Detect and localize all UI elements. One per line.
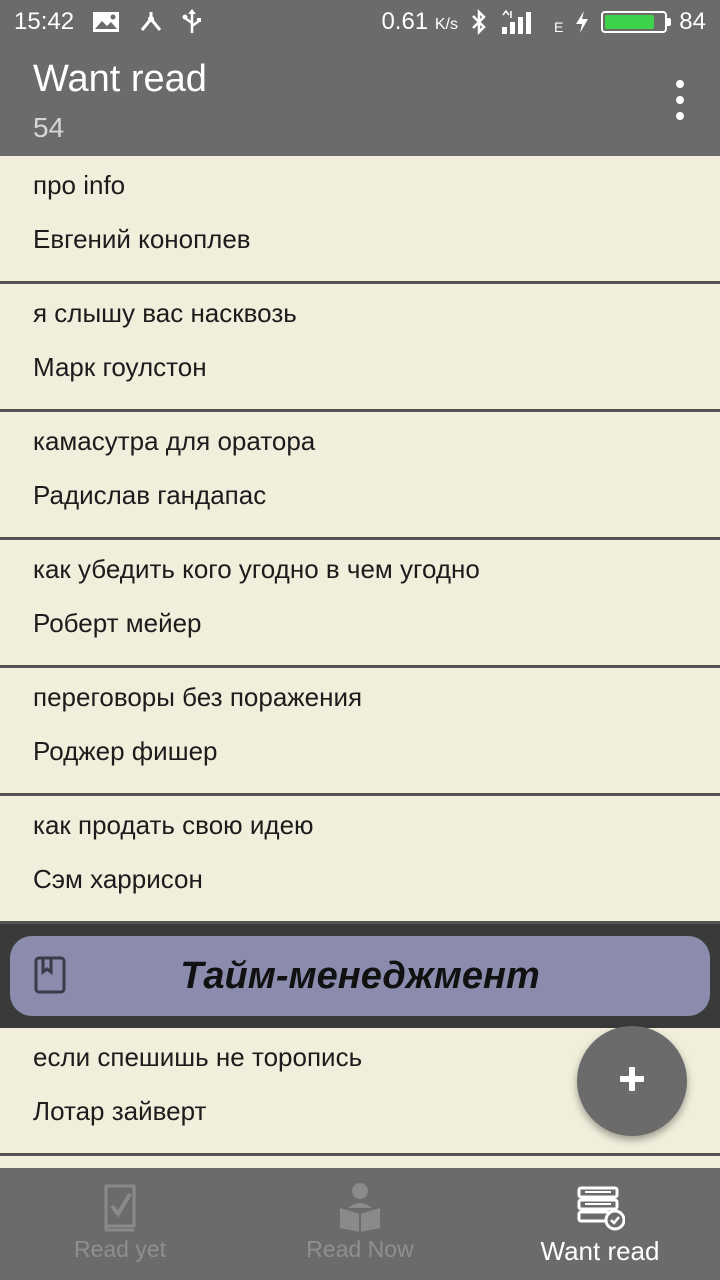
network-type: E: [553, 19, 564, 35]
battery-percent: 84: [679, 8, 706, 35]
book-title: про info: [33, 170, 126, 200]
bluetooth-icon: [470, 9, 488, 35]
nav-label: Read Now: [306, 1236, 414, 1262]
signal-icon: [500, 9, 542, 35]
book-title: переговоры без поражения: [33, 682, 363, 712]
app-bar: Want read 54: [0, 44, 720, 156]
nav-label: Read yet: [73, 1236, 167, 1262]
add-icon: [618, 1065, 646, 1098]
category-label: Тайм-менеджмент: [180, 954, 540, 997]
book-count: 54: [33, 112, 65, 143]
nav-label: Want read: [540, 1236, 660, 1266]
book-author: Роджер фишер: [33, 736, 218, 766]
status-time: 15:42: [14, 8, 75, 35]
book-item[interactable]: камасутра для оратора Радислав гандапас: [0, 412, 720, 540]
book-item-partial[interactable]: [0, 1156, 720, 1168]
bottom-navigation: Read yet Read Now Want read: [0, 1168, 720, 1280]
image-icon: [92, 11, 120, 33]
book-author: Марк гоулстон: [33, 352, 207, 382]
book-title: камасутра для оратора: [33, 426, 316, 456]
status-bar: 15:42 0.61 K/s E 84: [0, 0, 720, 44]
page-title: Want read: [33, 58, 207, 100]
charging-icon: [575, 11, 589, 33]
book-title: как продать свою идею: [33, 810, 314, 840]
more-vert-icon: [676, 80, 684, 88]
bookmark-book-icon: [34, 956, 66, 999]
nav-want-read[interactable]: Want read: [480, 1168, 720, 1280]
checked-book-icon: [100, 1182, 140, 1232]
book-list[interactable]: про info Евгений коноплев я слышу вас на…: [0, 156, 720, 1168]
battery-icon: [601, 11, 672, 33]
usb-icon: [182, 9, 202, 35]
nav-read-now[interactable]: Read Now: [240, 1168, 480, 1280]
book-author: Сэм харрисон: [33, 864, 203, 894]
category-button[interactable]: Тайм-менеджмент: [10, 936, 710, 1016]
add-book-button[interactable]: [577, 1026, 687, 1136]
book-author: Евгений коноплев: [33, 224, 251, 254]
category-header: Тайм-менеджмент: [0, 924, 720, 1028]
net-speed: 0.61 K/s: [381, 8, 458, 35]
reading-person-icon: [338, 1182, 382, 1232]
book-item[interactable]: как убедить кого угодно в чем угодно Роб…: [0, 540, 720, 668]
book-item[interactable]: про info Евгений коноплев: [0, 156, 720, 284]
net-unit: K/s: [434, 16, 458, 33]
book-author: Роберт мейер: [33, 608, 202, 638]
book-title: если спешишь не торопись: [33, 1042, 363, 1072]
book-title: как убедить кого угодно в чем угодно: [33, 554, 480, 584]
book-stack-clock-icon: [575, 1182, 625, 1232]
book-author: Лотар зайверт: [33, 1096, 207, 1126]
book-item[interactable]: переговоры без поражения Роджер фишер: [0, 668, 720, 796]
book-item[interactable]: я слышу вас насквозь Марк гоулстон: [0, 284, 720, 412]
nav-read-yet[interactable]: Read yet: [0, 1168, 240, 1280]
book-author: Радислав гандапас: [33, 480, 267, 510]
overflow-menu-button[interactable]: [670, 80, 690, 120]
share-icon: [138, 10, 164, 34]
book-title: я слышу вас насквозь: [33, 298, 297, 328]
book-item[interactable]: как продать свою идею Сэм харрисон: [0, 796, 720, 924]
